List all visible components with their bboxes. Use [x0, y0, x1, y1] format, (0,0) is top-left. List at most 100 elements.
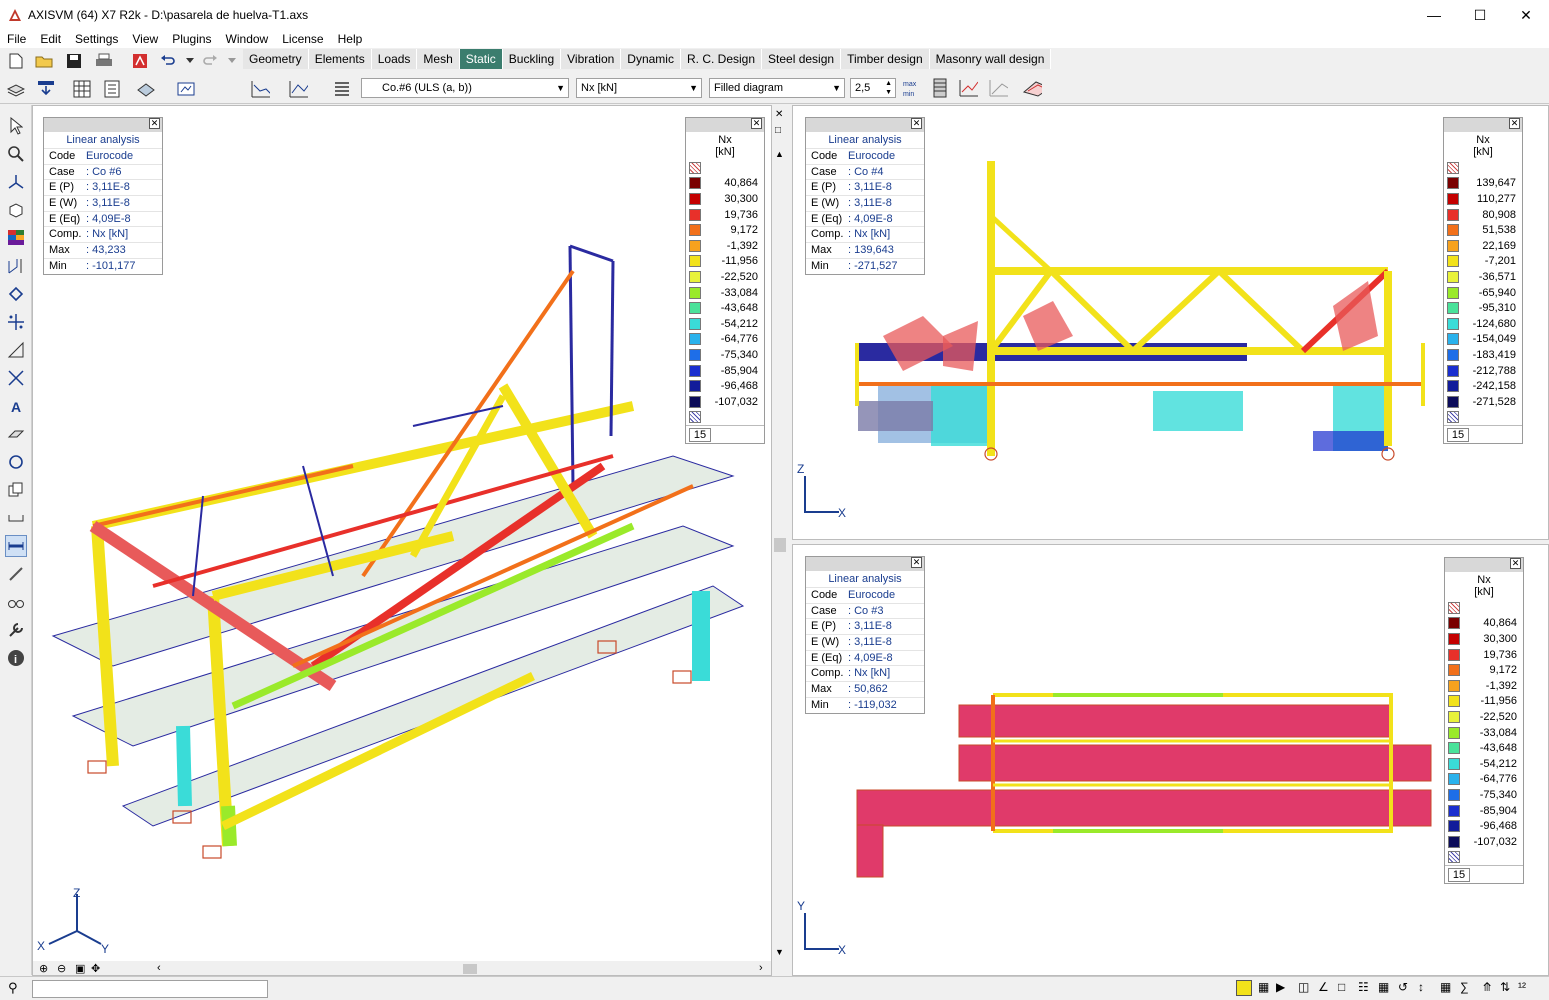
legend-row[interactable]: -96,468: [686, 378, 764, 394]
close-icon[interactable]: ✕: [911, 118, 922, 129]
ruler-icon[interactable]: ↕: [1418, 980, 1424, 994]
scroll-left-icon[interactable]: ‹: [157, 962, 161, 974]
legend-row[interactable]: -33,084: [1445, 725, 1523, 741]
horizontal-scroll-thumb[interactable]: [463, 964, 477, 974]
beam-tool-icon[interactable]: [5, 535, 27, 557]
legend-row[interactable]: -7,201: [1444, 254, 1522, 270]
legend-row[interactable]: -271,528: [1444, 394, 1522, 410]
legend-row[interactable]: -1,392: [686, 238, 764, 254]
legend-row[interactable]: -43,648: [1445, 740, 1523, 756]
print-view-icon[interactable]: [176, 79, 196, 99]
table-icon[interactable]: [72, 79, 92, 99]
legend-row[interactable]: -1,392: [1445, 678, 1523, 694]
menu-edit[interactable]: Edit: [33, 32, 68, 46]
legend-count[interactable]: 15: [689, 427, 711, 442]
ortho-icon[interactable]: ◫: [1298, 980, 1309, 994]
node-icon[interactable]: [5, 283, 27, 305]
close-icon[interactable]: ✕: [1510, 558, 1521, 569]
cursor-mode-icon[interactable]: ▶: [1276, 980, 1285, 994]
layer-icon[interactable]: ☷: [1358, 980, 1369, 994]
search-icon[interactable]: ⚲: [8, 980, 18, 996]
list-icon[interactable]: [332, 79, 352, 99]
menu-window[interactable]: Window: [219, 32, 276, 46]
scale-stepper[interactable]: 2,5 ▲ ▼: [850, 78, 896, 98]
legend-row[interactable]: -183,419: [1444, 347, 1522, 363]
legend-row[interactable]: -36,571: [1444, 269, 1522, 285]
view-cube-icon[interactable]: [5, 199, 27, 221]
maximize-button[interactable]: ☐: [1457, 0, 1503, 30]
grid-icon[interactable]: [5, 311, 27, 333]
binoculars-icon[interactable]: [5, 591, 27, 613]
info-icon[interactable]: i: [5, 647, 27, 669]
color-legend[interactable]: ✕ Nx [kN] 40,864 30,300 19,736 9,172 -1,392 -1…: [1444, 557, 1524, 885]
analysis-info-panel[interactable]: ✕ Linear analysis Code Eurocode Case: Co …: [43, 117, 163, 275]
legend-row[interactable]: -11,956: [686, 254, 764, 270]
menu-settings[interactable]: Settings: [68, 32, 125, 46]
legend-row[interactable]: -95,310: [1444, 300, 1522, 316]
legend-row[interactable]: -64,776: [686, 332, 764, 348]
legend-row[interactable]: 40,864: [686, 176, 764, 192]
tab-masonry-wall-design[interactable]: Masonry wall design: [929, 49, 1052, 69]
legend-row[interactable]: 40,864: [1445, 616, 1523, 632]
legend-row[interactable]: -212,788: [1444, 363, 1522, 379]
wrench-icon[interactable]: [5, 619, 27, 641]
legend-row[interactable]: 51,538: [1444, 222, 1522, 238]
legend-row[interactable]: -75,340: [1445, 787, 1523, 803]
viewport-plan[interactable]: ✕ Linear analysis Code Eurocode Case: Co …: [792, 544, 1549, 976]
legend-row[interactable]: 19,736: [1445, 647, 1523, 663]
legend-row[interactable]: -75,340: [686, 347, 764, 363]
close-icon[interactable]: ✕: [149, 118, 160, 129]
display-mode-select[interactable]: Filled diagram ▼: [709, 78, 845, 98]
close-button[interactable]: ✕: [1503, 0, 1549, 30]
tab-dynamic[interactable]: Dynamic: [621, 49, 681, 69]
legend-row[interactable]: -54,212: [1445, 756, 1523, 772]
redo-icon[interactable]: [200, 51, 220, 71]
undo-dropdown-icon[interactable]: [180, 51, 200, 71]
tab-loads[interactable]: Loads: [371, 49, 418, 69]
legend-row[interactable]: 30,300: [1445, 631, 1523, 647]
component-select[interactable]: Nx [kN] ▼: [576, 78, 702, 98]
legend-row[interactable]: -43,648: [686, 300, 764, 316]
viewport-elevation[interactable]: ✕ Linear analysis Code Eurocode Case: Co …: [792, 105, 1549, 540]
grid-snap-icon[interactable]: ▦: [1258, 980, 1269, 994]
redo-dropdown-icon[interactable]: [222, 51, 242, 71]
intersect-icon[interactable]: [5, 367, 27, 389]
legend-row[interactable]: -85,904: [686, 363, 764, 379]
close-icon[interactable]: ✕: [911, 557, 922, 568]
tab-timber-design[interactable]: Timber design: [841, 49, 930, 69]
dimension-icon[interactable]: [5, 255, 27, 277]
legend-row[interactable]: -96,468: [1445, 818, 1523, 834]
scroll-right-icon[interactable]: ›: [759, 962, 763, 974]
legend-row[interactable]: -85,904: [1445, 803, 1523, 819]
zoom-in-icon[interactable]: ⊕: [39, 962, 48, 975]
display-options-icon[interactable]: [136, 79, 156, 99]
section-line-icon[interactable]: [958, 78, 978, 98]
tab-static[interactable]: Static: [459, 49, 503, 69]
plane-icon[interactable]: [5, 423, 27, 445]
legend-row[interactable]: -124,680: [1444, 316, 1522, 332]
analysis-info-panel[interactable]: ✕ Linear analysis Code Eurocode Case: Co …: [805, 117, 925, 275]
new-file-icon[interactable]: [6, 51, 26, 71]
tab-mesh[interactable]: Mesh: [417, 49, 460, 69]
legend-row[interactable]: 9,172: [686, 222, 764, 238]
close-icon[interactable]: ✕: [1509, 118, 1520, 129]
save-icon[interactable]: [64, 51, 84, 71]
menu-view[interactable]: View: [125, 32, 165, 46]
snap-toggle-icon[interactable]: [1236, 980, 1252, 996]
report-icon[interactable]: [102, 79, 122, 99]
diagram-type-b-icon[interactable]: [288, 79, 308, 99]
text-label-icon[interactable]: A: [5, 395, 27, 417]
tab-vibration[interactable]: Vibration: [561, 49, 622, 69]
diagram-type-a-icon[interactable]: [250, 79, 270, 99]
restore-icon[interactable]: □: [775, 125, 781, 136]
constraint-icon[interactable]: ↺: [1398, 980, 1408, 994]
close-icon[interactable]: ✕: [751, 118, 762, 129]
vertical-scrollbar[interactable]: ✕ □ ▲ ▼: [772, 105, 788, 976]
search-input[interactable]: [32, 980, 268, 998]
legend-row[interactable]: -242,158: [1444, 378, 1522, 394]
tab-geometry[interactable]: Geometry: [243, 49, 309, 69]
brush-icon[interactable]: [5, 563, 27, 585]
results-import-icon[interactable]: [36, 79, 56, 99]
pan-icon[interactable]: ✥: [91, 962, 100, 975]
max-min-icon[interactable]: max min: [903, 78, 923, 98]
